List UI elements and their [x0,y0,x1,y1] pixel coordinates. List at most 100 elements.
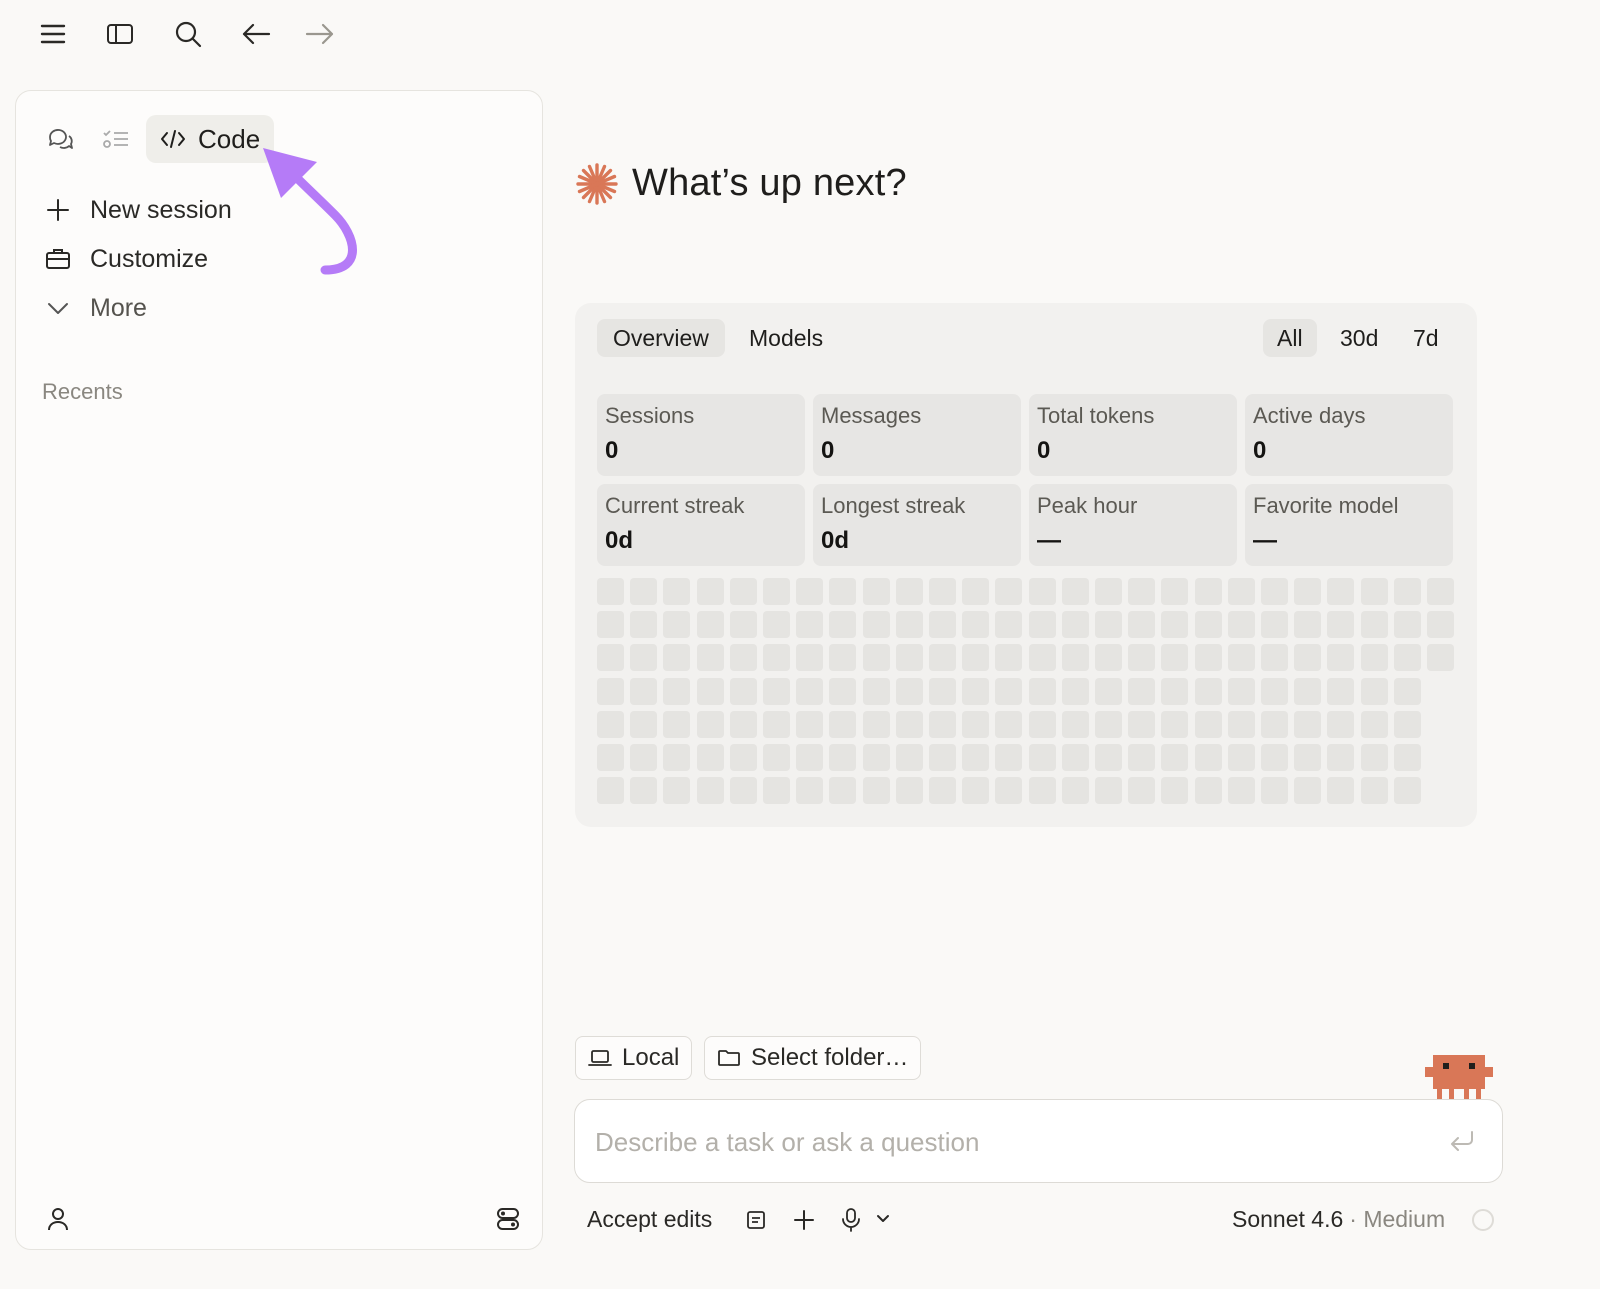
heatmap-cell [630,644,658,672]
activity-heatmap [597,578,1457,808]
heatmap-cell [763,611,790,639]
heatmap-cell [1294,710,1322,738]
stat-label: Longest streak [821,493,966,518]
attach-button[interactable] [792,1208,816,1232]
heatmap-cell [763,644,790,672]
stat-value: 0 [1253,437,1267,464]
heatmap-cell [1427,644,1454,672]
menu-button[interactable] [31,14,75,54]
select-folder-button[interactable]: Select folder… [704,1036,922,1080]
forward-button[interactable] [298,14,342,54]
search-button[interactable] [166,14,210,54]
more-label: More [90,293,147,322]
heatmap-cell [962,677,990,705]
tab-code-label: Code [198,123,261,154]
heatmap-cell [1028,644,1056,672]
range-all[interactable]: All [1263,319,1317,357]
heatmap-cell [1161,578,1189,605]
voice-dropdown-button[interactable] [875,1212,891,1226]
heatmap-cell [796,777,824,805]
heatmap-cell [597,677,624,705]
heatmap-cell [1161,710,1189,738]
tab-overview[interactable]: Overview [597,319,725,357]
tab-tasks[interactable] [94,115,138,163]
model-selector[interactable]: Sonnet 4.6 · Medium [1232,1206,1445,1233]
spark-logo-icon [576,162,618,205]
stat-sessions: Sessions 0 [597,394,805,476]
page-title: What’s up next? [576,162,907,205]
heatmap-cell [630,611,658,639]
heatmap-cell [729,777,757,805]
stat-value: 0d [821,527,850,554]
arrow-left-icon [242,23,271,45]
heatmap-cell [1393,710,1421,738]
heatmap-cell [663,578,691,605]
heatmap-cell [929,644,956,672]
model-effort: · Medium [1349,1206,1446,1232]
tab-chat[interactable] [38,115,82,163]
stat-label: Peak hour [1037,493,1138,518]
range-7d[interactable]: 7d [1399,319,1453,357]
plan-button[interactable] [745,1209,767,1231]
heatmap-cell [962,710,990,738]
submit-button[interactable] [1448,1128,1476,1154]
microphone-icon [842,1208,860,1232]
heatmap-cell [1327,644,1355,672]
sidebar-toggle-button[interactable] [98,14,142,54]
stats-card: Overview Models All 30d 7d Sessions 0 Me… [575,303,1477,827]
new-session-button[interactable]: New session [44,189,232,231]
heatmap-cell [763,677,790,705]
context-usage-indicator [1472,1209,1494,1231]
account-button[interactable] [44,1205,72,1233]
heatmap-cell [929,611,956,639]
heatmap-cell [1261,710,1288,738]
more-button[interactable]: More [44,287,147,329]
heatmap-cell [1261,578,1288,605]
prompt-input[interactable] [595,1120,1415,1164]
laptop-icon [588,1050,612,1066]
permission-mode-button[interactable]: Accept edits [587,1206,712,1233]
heatmap-cell [729,677,757,705]
heatmap-cell [1360,710,1388,738]
heatmap-cell [1360,644,1388,672]
stat-value: 0d [605,527,634,554]
heatmap-cell [862,710,890,738]
heatmap-cell [1095,644,1122,672]
heatmap-cell [1294,677,1322,705]
heatmap-cell [597,777,624,805]
local-env-button[interactable]: Local [575,1036,693,1080]
heatmap-cell [862,744,890,771]
heatmap-cell [1227,710,1255,738]
heatmap-cell [1061,677,1089,705]
heatmap-cell [1095,578,1122,605]
heatmap-cell [862,644,890,672]
heatmap-cell [1327,710,1355,738]
voice-button[interactable] [840,1207,862,1233]
heatmap-cell [1194,744,1222,771]
range-30d[interactable]: 30d [1326,319,1392,357]
heatmap-cell [1393,578,1421,605]
heatmap-cell [1095,677,1122,705]
heatmap-cell [1327,611,1355,639]
heatmap-cell [630,744,658,771]
heatmap-cell [1393,777,1421,805]
heatmap-cell [696,677,724,705]
back-button[interactable] [234,14,278,54]
customize-button[interactable]: Customize [44,238,208,280]
stat-label: Current streak [605,493,745,518]
heatmap-cell [630,677,658,705]
heatmap-cell [929,578,956,605]
heatmap-cell [1227,677,1255,705]
heatmap-cell [862,611,890,639]
tab-models[interactable]: Models [733,319,839,357]
heatmap-cell [1360,578,1388,605]
heatmap-cell [862,677,890,705]
apps-button[interactable] [494,1205,522,1233]
stat-favorite-model: Favorite model — [1245,484,1453,566]
stat-label: Messages [821,403,922,428]
stat-value: — [1253,527,1277,554]
chevron-down-icon [48,303,68,314]
heatmap-cell [829,677,857,705]
heatmap-cell [729,578,757,605]
heatmap-cell [1028,710,1056,738]
